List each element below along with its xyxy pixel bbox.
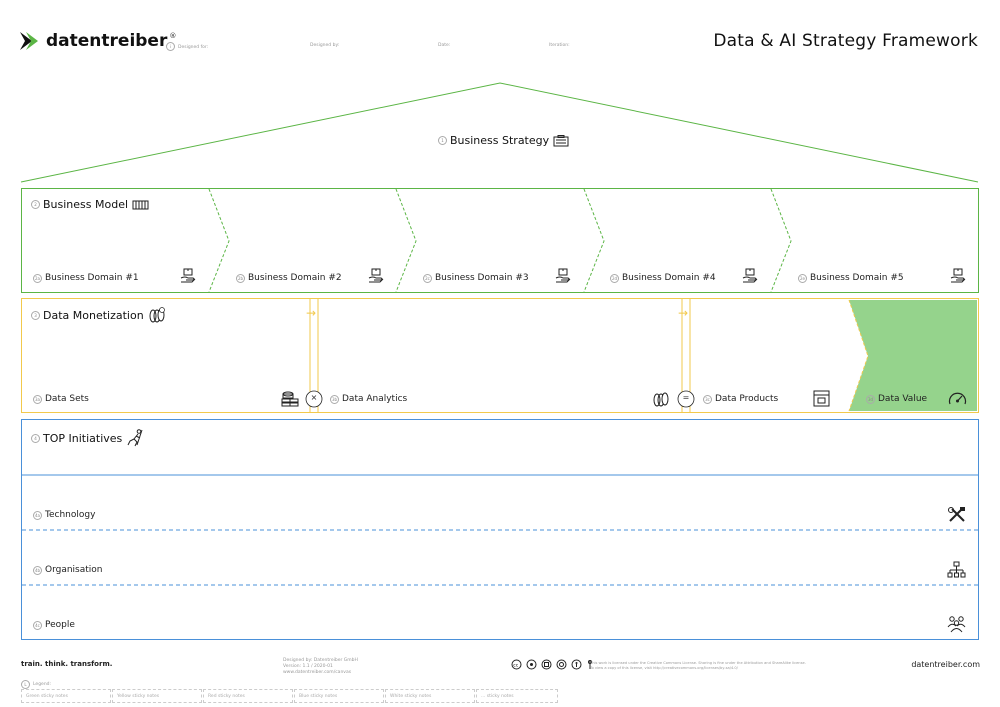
data-monetization-title: 3 Data Monetization [31, 307, 166, 323]
business-domain-1[interactable]: 2a Business Domain #1 [33, 273, 139, 283]
organisation-row-label[interactable]: 4b Organisation [33, 565, 103, 575]
data-products-label[interactable]: 3c Data Products [703, 394, 778, 404]
tools-icon [948, 507, 965, 522]
briefcase-icon [553, 134, 569, 146]
cc-by-icon [526, 659, 537, 670]
people-group-icon [947, 616, 966, 633]
business-domain-3[interactable]: 2c Business Domain #3 [423, 273, 529, 283]
data-sets-label[interactable]: 3a Data Sets [33, 394, 89, 404]
speedometer-icon [948, 392, 967, 405]
sticky-green[interactable]: Green sticky notes [21, 689, 111, 703]
framework-lines [20, 82, 979, 640]
business-domain-5[interactable]: 2e Business Domain #5 [798, 273, 904, 283]
legend-label: L Legend: [21, 680, 51, 689]
footer-credits: Designed by: Datentreiber GmbH Version: … [283, 658, 358, 675]
hand-box-icon [950, 268, 966, 283]
coins-icon [653, 392, 669, 407]
database-stack-icon [281, 391, 299, 407]
business-strategy-title: 1 Business Strategy [438, 134, 569, 147]
hand-box-icon [742, 268, 758, 283]
sticky-yellow[interactable]: Yellow sticky notes [112, 689, 202, 703]
sticky-white[interactable]: White sticky notes [385, 689, 475, 703]
footer-site-link[interactable]: datentreiber.com [911, 660, 980, 669]
business-domain-4[interactable]: 2d Business Domain #4 [610, 273, 716, 283]
svg-text:cc: cc [513, 664, 518, 669]
license-text: This work is licensed under the Creative… [590, 661, 806, 670]
chip-icon [132, 200, 149, 209]
equals-operator: = [682, 393, 690, 402]
footer-slogan: train. think. transform. [21, 660, 113, 668]
multiply-operator: × [310, 393, 318, 402]
hand-box-icon [180, 268, 196, 283]
data-analytics-label[interactable]: 3b Data Analytics [330, 394, 407, 404]
sticky-other[interactable]: ... sticky notes [476, 689, 558, 703]
business-domain-2[interactable]: 2b Business Domain #2 [236, 273, 342, 283]
cc-person-icon [571, 659, 582, 670]
runner-icon [127, 429, 143, 447]
product-box-icon [813, 390, 830, 407]
hand-box-icon [368, 268, 384, 283]
flow-arrow-2: → [678, 306, 689, 320]
sticky-blue[interactable]: Blue sticky notes [294, 689, 384, 703]
cc-nc-icon [541, 659, 552, 670]
data-value-label[interactable]: 3d Data Value [866, 394, 927, 404]
technology-row-label[interactable]: 4a Technology [33, 510, 95, 520]
cc-sa-icon [556, 659, 567, 670]
top-initiatives-title: 4 TOP Initiatives [31, 429, 144, 447]
business-model-title: 2 Business Model [31, 198, 149, 211]
hand-box-icon [555, 268, 571, 283]
org-chart-icon [947, 561, 966, 578]
flow-arrow-1: → [306, 306, 317, 320]
sticky-red[interactable]: Red sticky notes [203, 689, 293, 703]
cc-license-icons: cc [511, 659, 594, 670]
cc-icon: cc [511, 659, 522, 670]
coins-icon [149, 307, 165, 323]
people-row-label[interactable]: 4c People [33, 620, 75, 630]
